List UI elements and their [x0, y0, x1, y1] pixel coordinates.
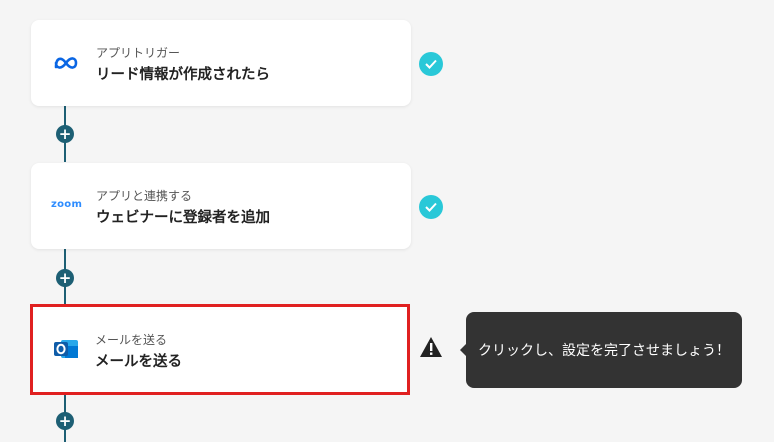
outlook-icon [53, 337, 79, 359]
check-icon [419, 195, 443, 219]
zoom-icon: zoom [51, 199, 83, 210]
step-title: メールを送る [95, 354, 182, 370]
meta-icon [53, 52, 79, 74]
add-step-button[interactable]: + [56, 125, 74, 143]
step-card-send-mail[interactable]: メールを送る メールを送る [30, 304, 410, 395]
add-step-button[interactable]: + [56, 412, 74, 430]
step-subtitle: アプリトリガー [96, 46, 181, 60]
step-card-zoom[interactable]: zoom アプリと連携する ウェビナーに登録者を追加 [31, 163, 411, 249]
step-subtitle: アプリと連携する [96, 189, 193, 203]
step-title: リード情報が作成されたら [96, 67, 270, 83]
step-subtitle: メールを送る [95, 333, 168, 347]
tooltip: クリックし、設定を完了させましょう！ [460, 312, 742, 388]
warning-icon [419, 336, 443, 358]
step-title: ウェビナーに登録者を追加 [96, 210, 270, 226]
step-card-trigger[interactable]: アプリトリガー リード情報が作成されたら [31, 20, 411, 106]
tooltip-text: クリックし、設定を完了させましょう！ [478, 343, 730, 359]
check-icon [419, 52, 443, 76]
add-step-button[interactable]: + [56, 269, 74, 287]
